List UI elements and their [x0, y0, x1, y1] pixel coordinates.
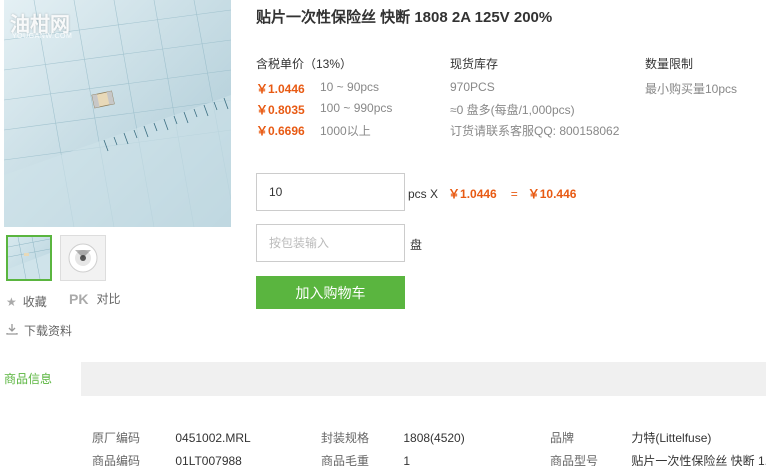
compare-button[interactable]: PK 对比: [69, 290, 120, 307]
reel-quantity-input[interactable]: [256, 224, 405, 262]
download-datasheet-button[interactable]: 下载资料: [6, 322, 72, 339]
star-icon: ★: [6, 294, 17, 309]
attr-factory-code: 原厂编码 0451002.MRL: [92, 429, 251, 446]
attr-value: 贴片一次性保险丝 快断 1.: [631, 454, 766, 466]
price-calculation: pcs X ￥1.0446 = ￥10.446: [408, 185, 576, 202]
favorite-button[interactable]: ★ 收藏: [6, 293, 47, 310]
tier-price: ￥1.0446: [256, 82, 305, 96]
attr-brand: 品牌 力特(Littelfuse): [550, 429, 711, 446]
favorite-label: 收藏: [22, 295, 47, 309]
attr-key: 品牌: [550, 431, 575, 445]
attr-key: 商品毛重: [321, 454, 370, 466]
thumbnail-1[interactable]: [6, 235, 52, 281]
attr-key: 封装规格: [321, 431, 370, 445]
stock-header: 现货库存: [450, 57, 499, 71]
unit-multiplier: pcs X: [408, 186, 439, 201]
attr-model: 商品型号 贴片一次性保险丝 快断 1.: [550, 452, 766, 466]
tier-qty: 1000以上: [320, 124, 371, 138]
download-icon: [6, 323, 18, 338]
tab-product-info[interactable]: 商品信息: [0, 362, 81, 396]
attr-gross-weight: 商品毛重 1: [321, 452, 410, 466]
reel-unit-label: 盘: [410, 238, 423, 252]
attr-value: 0451002.MRL: [175, 431, 251, 445]
attr-value: 1: [403, 454, 411, 466]
attr-product-code: 商品编码 01LT007988: [92, 452, 242, 466]
detail-tab-bar: 商品信息: [0, 362, 766, 396]
attr-key: 原厂编码: [92, 431, 141, 445]
price-header: 含税单价（13%）: [256, 57, 353, 71]
download-label: 下载资料: [24, 324, 73, 338]
pk-icon: PK: [69, 290, 89, 307]
tier-qty: 100 ~ 990pcs: [320, 101, 393, 115]
compare-label: 对比: [96, 292, 121, 306]
tier-price: ￥0.8035: [256, 103, 305, 117]
add-to-cart-button[interactable]: 加入购物车: [256, 276, 405, 309]
attr-key: 商品型号: [550, 454, 599, 466]
tier-price: ￥0.6696: [256, 124, 305, 138]
watermark-subtext: YOUGANW.COM: [12, 33, 73, 40]
stock-quantity: 970PCS: [450, 80, 495, 94]
unit-price: ￥1.0446: [448, 187, 497, 201]
stock-reels: ≈0 盘多(每盘/1,000pcs): [450, 103, 575, 117]
stock-contact: 订货请联系客服QQ: 800158062: [450, 124, 620, 138]
limit-header: 数量限制: [645, 57, 694, 71]
price-tier-2: ￥0.8035 100 ~ 990pcs: [256, 101, 392, 118]
attr-package: 封装规格 1808(4520): [321, 429, 465, 446]
total-price: ￥10.446: [527, 187, 577, 201]
attr-value: 力特(Littelfuse): [631, 431, 712, 445]
product-main-image: 油柑网 YOUGANW.COM: [4, 0, 231, 227]
attr-key: 商品编码: [92, 454, 141, 466]
thumbnail-strip: [6, 235, 106, 281]
equals-sign: =: [510, 186, 518, 201]
attr-value: 1808(4520): [403, 431, 465, 445]
price-tier-1: ￥1.0446 10 ~ 90pcs: [256, 80, 379, 97]
min-purchase: 最小购买量10pcs: [645, 82, 738, 96]
attr-value: 01LT007988: [175, 454, 242, 466]
product-title: 贴片一次性保险丝 快断 1808 2A 125V 200%: [256, 9, 553, 26]
thumbnail-reel-image: [68, 243, 98, 273]
tier-qty: 10 ~ 90pcs: [320, 80, 380, 94]
quantity-input[interactable]: [256, 173, 405, 211]
price-tier-3: ￥0.6696 1000以上: [256, 122, 371, 139]
thumbnail-2[interactable]: [60, 235, 106, 281]
thumbnail-ruler-image: [8, 237, 50, 279]
